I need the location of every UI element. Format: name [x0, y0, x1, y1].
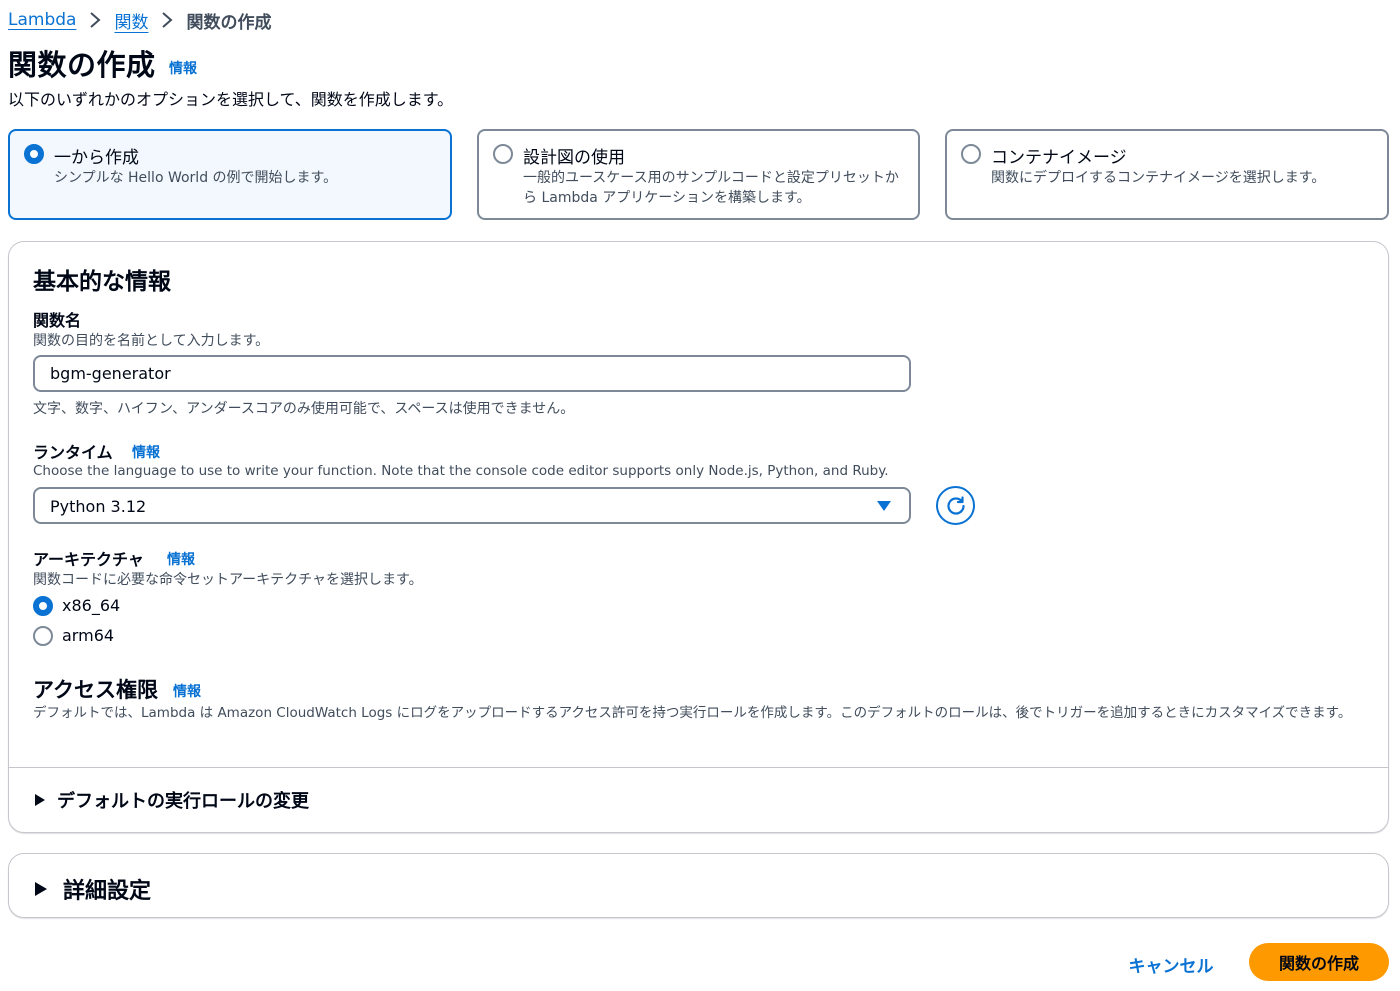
option-use-blueprint[interactable]: 設計図の使用 一般的ユースケース用のサンプルコードと設定プリセットから Lamb… [477, 129, 920, 220]
permissions-desc: デフォルトでは、Lambda は Amazon CloudWatch Logs … [33, 705, 1352, 721]
option-desc: シンプルな Hello World の例で開始します。 [54, 170, 338, 186]
change-role-expander[interactable]: デフォルトの実行ロールの変更 [35, 787, 309, 813]
option-radio[interactable] [961, 144, 981, 164]
architecture-option-label[interactable]: arm64 [62, 626, 114, 645]
architecture-radio-x86[interactable] [33, 596, 53, 616]
chevron-right-icon [154, 9, 180, 31]
option-desc: 一般的ユースケース用のサンプルコードと設定プリセットから Lambda アプリケ… [523, 170, 899, 206]
architecture-info-link[interactable]: 情報 [167, 549, 195, 569]
runtime-select[interactable]: Python 3.12 [33, 487, 911, 524]
permissions-info-link[interactable]: 情報 [173, 681, 201, 701]
caret-right-icon [35, 882, 47, 896]
runtime-desc: Choose the language to use to write your… [33, 463, 889, 479]
change-role-label: デフォルトの実行ロールの変更 [57, 791, 309, 812]
option-title: コンテナイメージ [991, 148, 1127, 168]
caret-right-icon [35, 794, 45, 806]
function-name-input[interactable] [33, 355, 911, 392]
option-title: 一から作成 [54, 148, 139, 168]
option-radio[interactable] [493, 144, 513, 164]
advanced-settings-label: 詳細設定 [63, 879, 152, 904]
architecture-label: アーキテクチャ [33, 550, 144, 569]
option-radio[interactable] [24, 144, 44, 164]
permissions-label: アクセス権限 [33, 678, 158, 702]
function-name-constraint: 文字、数字、ハイフン、アンダースコアのみ使用可能で、スペースは使用できません。 [33, 401, 575, 417]
caret-down-icon [877, 501, 891, 511]
refresh-icon [946, 495, 965, 515]
architecture-radio-arm[interactable] [33, 626, 53, 646]
runtime-label: ランタイム [33, 443, 113, 462]
cancel-button[interactable]: キャンセル [1118, 946, 1224, 982]
chevron-right-icon [82, 9, 108, 31]
title-info-link[interactable]: 情報 [169, 58, 197, 78]
function-name-desc: 関数の目的を名前として入力します。 [33, 333, 270, 349]
architecture-option-label[interactable]: x86_64 [62, 596, 120, 615]
page-subtitle: 以下のいずれかのオプションを選択して、関数を作成します。 [8, 90, 454, 109]
architecture-desc: 関数コードに必要な命令セットアーキテクチャを選択します。 [33, 572, 423, 588]
basic-info-heading: 基本的な情報 [33, 269, 171, 295]
option-author-from-scratch[interactable]: 一から作成 シンプルな Hello World の例で開始します。 [8, 129, 452, 220]
create-function-button[interactable]: 関数の作成 [1249, 943, 1389, 981]
option-desc: 関数にデプロイするコンテナイメージを選択します。 [991, 170, 1326, 186]
advanced-settings-expander[interactable]: 詳細設定 [35, 873, 151, 905]
page-title: 関数の作成 [8, 48, 156, 82]
runtime-select-value: Python 3.12 [50, 497, 147, 516]
runtime-info-link[interactable]: 情報 [132, 442, 160, 462]
advanced-settings-panel [8, 853, 1389, 918]
option-title: 設計図の使用 [523, 148, 625, 168]
function-name-label: 関数名 [33, 311, 82, 330]
section-divider [9, 767, 1388, 768]
refresh-button[interactable] [936, 486, 975, 525]
option-container-image[interactable]: コンテナイメージ 関数にデプロイするコンテナイメージを選択します。 [945, 129, 1389, 220]
breadcrumb-link-lambda[interactable]: Lambda [8, 10, 76, 30]
breadcrumb: Lambda 関数 関数の作成 [8, 8, 272, 33]
breadcrumb-link-functions[interactable]: 関数 [114, 8, 148, 33]
breadcrumb-current: 関数の作成 [186, 12, 272, 33]
